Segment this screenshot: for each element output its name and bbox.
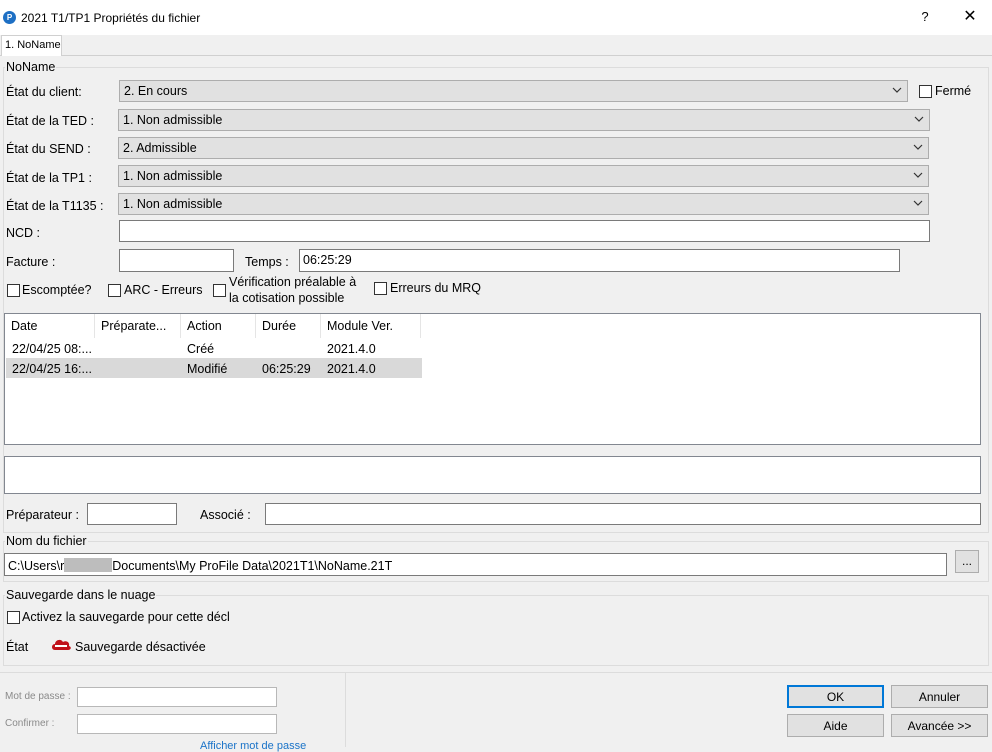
cloud-state-label: État (6, 640, 29, 654)
confirm-password-label: Confirmer : (5, 718, 55, 729)
etat-client-label: État du client: (6, 85, 82, 99)
escomptee-label: Escomptée? (22, 283, 92, 297)
associe-label: Associé : (200, 508, 251, 522)
arc-erreurs-label: ARC - Erreurs (124, 283, 203, 297)
help-button[interactable]: ? (918, 9, 932, 24)
etat-client-value: 2. En cours (124, 84, 188, 98)
arc-erreurs-checkbox[interactable] (108, 284, 121, 297)
chevron-down-icon (914, 116, 924, 122)
cloud-backup-checkbox[interactable] (7, 611, 20, 624)
cell-duree: 06:25:29 (262, 362, 311, 376)
cell-module-ver: 2021.4.0 (327, 362, 376, 376)
show-password-link[interactable]: Afficher mot de passe (200, 740, 306, 752)
column-header-action[interactable]: Action (181, 314, 256, 338)
etat-client-select[interactable]: 2. En cours (119, 80, 908, 102)
password-label: Mot de passe : (5, 691, 71, 702)
cell-duree (256, 340, 321, 358)
cloud-backup-group-label: Sauvegarde dans le nuage (5, 588, 157, 602)
ncd-input[interactable] (119, 220, 930, 242)
file-path-suffix: Documents\My ProFile Data\2021T1\NoName.… (112, 559, 393, 573)
file-path-prefix: C:\Users\r (8, 559, 65, 573)
file-name-group-label: Nom du fichier (5, 534, 88, 548)
ferme-checkbox[interactable] (919, 85, 932, 98)
file-path-input[interactable]: C:\Users\r Documents\My ProFile Data\2021… (4, 553, 947, 576)
verification-checkbox[interactable] (213, 284, 226, 297)
chevron-down-icon (913, 200, 923, 206)
cancel-button[interactable]: Annuler (891, 685, 988, 708)
close-button[interactable]: ✕ (960, 6, 980, 26)
etat-ted-value: 1. Non admissible (123, 113, 223, 127)
column-header-duree[interactable]: Durée (256, 314, 321, 338)
column-header-date[interactable]: Date (5, 314, 95, 338)
ncd-label: NCD : (6, 226, 41, 240)
escomptee-checkbox[interactable] (7, 284, 20, 297)
associe-input[interactable] (265, 503, 981, 525)
cell-date: 22/04/25 08:... (12, 342, 92, 356)
app-logo-icon: P (3, 11, 16, 24)
client-group-label: NoName (5, 60, 57, 74)
ferme-label: Fermé (935, 84, 972, 98)
etat-ted-select[interactable]: 1. Non admissible (118, 109, 930, 131)
erreurs-mrq-checkbox[interactable] (374, 282, 387, 295)
etat-send-label: État du SEND : (6, 142, 91, 156)
etat-t1135-select[interactable]: 1. Non admissible (118, 193, 929, 215)
cell-date: 22/04/25 16:... (12, 362, 92, 376)
help-dialog-button[interactable]: Aide (787, 714, 884, 737)
password-input[interactable] (77, 687, 277, 707)
notes-textarea[interactable] (4, 456, 981, 494)
temps-label: Temps : (245, 255, 289, 269)
verification-label-line1: Vérification préalable à (229, 275, 357, 289)
chevron-down-icon (913, 144, 923, 150)
cell-action: Créé (187, 342, 215, 356)
browse-button[interactable]: ... (955, 550, 979, 573)
etat-tp1-value: 1. Non admissible (123, 169, 223, 183)
cell-preparateur (96, 340, 181, 358)
etat-send-select[interactable]: 2. Admissible (118, 137, 929, 159)
temps-input[interactable]: 06:25:29 (299, 249, 900, 272)
etat-tp1-label: État de la TP1 : (6, 171, 92, 185)
tab-strip-divider (0, 55, 992, 56)
cell-action: Modifié (187, 362, 228, 376)
cell-preparateur (96, 360, 181, 378)
cloud-backup-group (3, 595, 989, 666)
bottom-divider (0, 672, 992, 673)
chevron-down-icon (892, 87, 902, 93)
confirm-password-input[interactable] (77, 714, 277, 734)
preparateur-label: Préparateur : (6, 508, 79, 522)
column-header-module-ver[interactable]: Module Ver. (321, 314, 421, 338)
cloud-disabled-icon (52, 639, 71, 650)
etat-ted-label: État de la TED : (6, 114, 95, 128)
ok-button[interactable]: OK (787, 685, 884, 708)
etat-tp1-select[interactable]: 1. Non admissible (118, 165, 929, 187)
facture-input[interactable] (119, 249, 234, 272)
redacted-username (64, 558, 113, 572)
verification-label-line2: la cotisation possible (229, 291, 345, 305)
etat-t1135-value: 1. Non admissible (123, 197, 223, 211)
erreurs-mrq-label: Erreurs du MRQ (390, 281, 481, 295)
column-header-preparateur[interactable]: Préparate... (95, 314, 181, 338)
cloud-state-value: Sauvegarde désactivée (75, 640, 206, 654)
cloud-backup-enable-label: Activez la sauvegarde pour cette décl (22, 610, 230, 624)
window-title: 2021 T1/TP1 Propriétés du fichier (21, 11, 201, 25)
history-listview[interactable]: Date Préparate... Action Durée Module Ve… (4, 313, 981, 445)
bottom-vertical-divider (345, 673, 346, 747)
etat-send-value: 2. Admissible (123, 141, 197, 155)
advanced-button[interactable]: Avancée >> (891, 714, 988, 737)
facture-label: Facture : (6, 255, 56, 269)
chevron-down-icon (913, 172, 923, 178)
tab-noname[interactable]: 1. NoName (1, 35, 62, 56)
preparateur-input[interactable] (87, 503, 177, 525)
cell-module-ver: 2021.4.0 (327, 342, 376, 356)
etat-t1135-label: État de la T1135 : (6, 199, 104, 213)
